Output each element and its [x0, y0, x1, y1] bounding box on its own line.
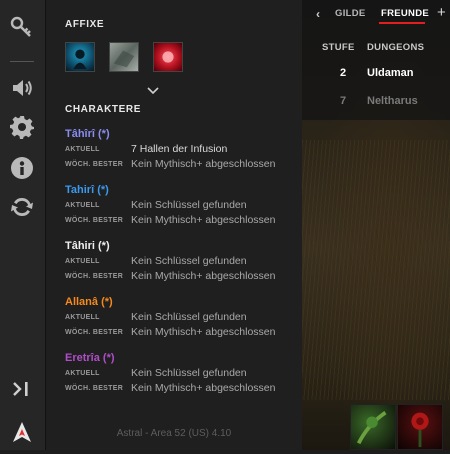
- column-header-dungeons[interactable]: DUNGEONS: [367, 42, 424, 53]
- character-name[interactable]: Tahirî (*): [65, 182, 300, 198]
- friend-key-level: 2: [339, 67, 347, 79]
- weekly-best: Kein Mythisch+ abgeschlossen: [131, 158, 276, 170]
- friend-dungeon[interactable]: Uldaman: [367, 67, 413, 79]
- current-label: AKTUELL: [65, 258, 100, 265]
- info-icon[interactable]: [8, 154, 36, 182]
- gear-icon[interactable]: [8, 113, 36, 141]
- current-key: 7 Hallen der Infusion: [131, 143, 228, 155]
- affix-2-icon[interactable]: [109, 42, 139, 72]
- weekly-label: WÖCH. BESTER: [65, 385, 124, 392]
- character-name[interactable]: Allanâ (*): [65, 294, 300, 310]
- weekly-label: WÖCH. BESTER: [65, 329, 124, 336]
- tab-friends[interactable]: FREUNDE: [381, 8, 429, 19]
- astral-logo-icon: [8, 418, 36, 446]
- version-footer: Astral - Area 52 (US) 4.10: [116, 428, 232, 439]
- prev-arrow-icon[interactable]: ‹: [316, 7, 320, 21]
- active-tab-indicator: [379, 22, 425, 24]
- weekly-label: WÖCH. BESTER: [65, 217, 124, 224]
- character-entry[interactable]: Eretrîa (*) AKTUELL Kein Schlüssel gefund…: [65, 350, 300, 396]
- current-label: AKTUELL: [65, 202, 100, 209]
- character-entry[interactable]: Allanâ (*) AKTUELL Kein Schlüssel gefunde…: [65, 294, 300, 340]
- affixes-title: AFFIXE: [65, 19, 105, 30]
- friend-dungeon[interactable]: Neltharus: [367, 95, 418, 107]
- tab-guild[interactable]: GILDE: [335, 8, 366, 19]
- speaker-icon[interactable]: [8, 74, 36, 102]
- character-name[interactable]: Eretrîa (*): [65, 350, 300, 366]
- bag-slot-2-icon[interactable]: [397, 404, 443, 450]
- affix-3-icon[interactable]: [153, 42, 183, 72]
- sync-icon[interactable]: [8, 193, 36, 221]
- collapse-icon[interactable]: [8, 375, 36, 403]
- characters-title: CHARAKTERE: [65, 104, 141, 115]
- weekly-label: WÖCH. BESTER: [65, 273, 124, 280]
- game-scene: [302, 140, 450, 400]
- add-friend-button[interactable]: +: [437, 4, 446, 21]
- current-label: AKTUELL: [65, 146, 100, 153]
- weekly-label: WÖCH. BESTER: [65, 161, 124, 168]
- character-entry[interactable]: Tâhiri (*) AKTUELL Kein Schlüssel gefunde…: [65, 238, 300, 284]
- weekly-best: Kein Mythisch+ abgeschlossen: [131, 214, 276, 226]
- chevron-down-icon[interactable]: [146, 82, 160, 95]
- bag-slot-1-icon[interactable]: [350, 404, 396, 450]
- current-key: Kein Schlüssel gefunden: [131, 199, 247, 211]
- current-key: Kein Schlüssel gefunden: [131, 367, 247, 379]
- sidebar-rail: [0, 0, 46, 450]
- weekly-best: Kein Mythisch+ abgeschlossen: [131, 270, 276, 282]
- weekly-best: Kein Mythisch+ abgeschlossen: [131, 326, 276, 338]
- current-label: AKTUELL: [65, 370, 100, 377]
- character-name[interactable]: Tâhîrî (*): [65, 126, 300, 142]
- affix-1-icon[interactable]: [65, 42, 95, 72]
- key-icon[interactable]: [8, 13, 36, 41]
- character-entry[interactable]: Tâhîrî (*) AKTUELL 7 Hallen der Infusion …: [65, 126, 300, 172]
- current-key: Kein Schlüssel gefunden: [131, 255, 247, 267]
- friend-key-level: 7: [339, 95, 347, 107]
- main-panel: AFFIXE CHARAKTERE Tâhîrî (*) AKTUELL 7 Ha…: [46, 0, 302, 450]
- character-entry[interactable]: Tahirî (*) AKTUELL Kein Schlüssel gefunde…: [65, 182, 300, 228]
- column-header-level[interactable]: STUFE: [322, 42, 355, 53]
- weekly-best: Kein Mythisch+ abgeschlossen: [131, 382, 276, 394]
- current-key: Kein Schlüssel gefunden: [131, 311, 247, 323]
- current-label: AKTUELL: [65, 314, 100, 321]
- character-name[interactable]: Tâhiri (*): [65, 238, 300, 254]
- sidebar-divider: [10, 61, 34, 62]
